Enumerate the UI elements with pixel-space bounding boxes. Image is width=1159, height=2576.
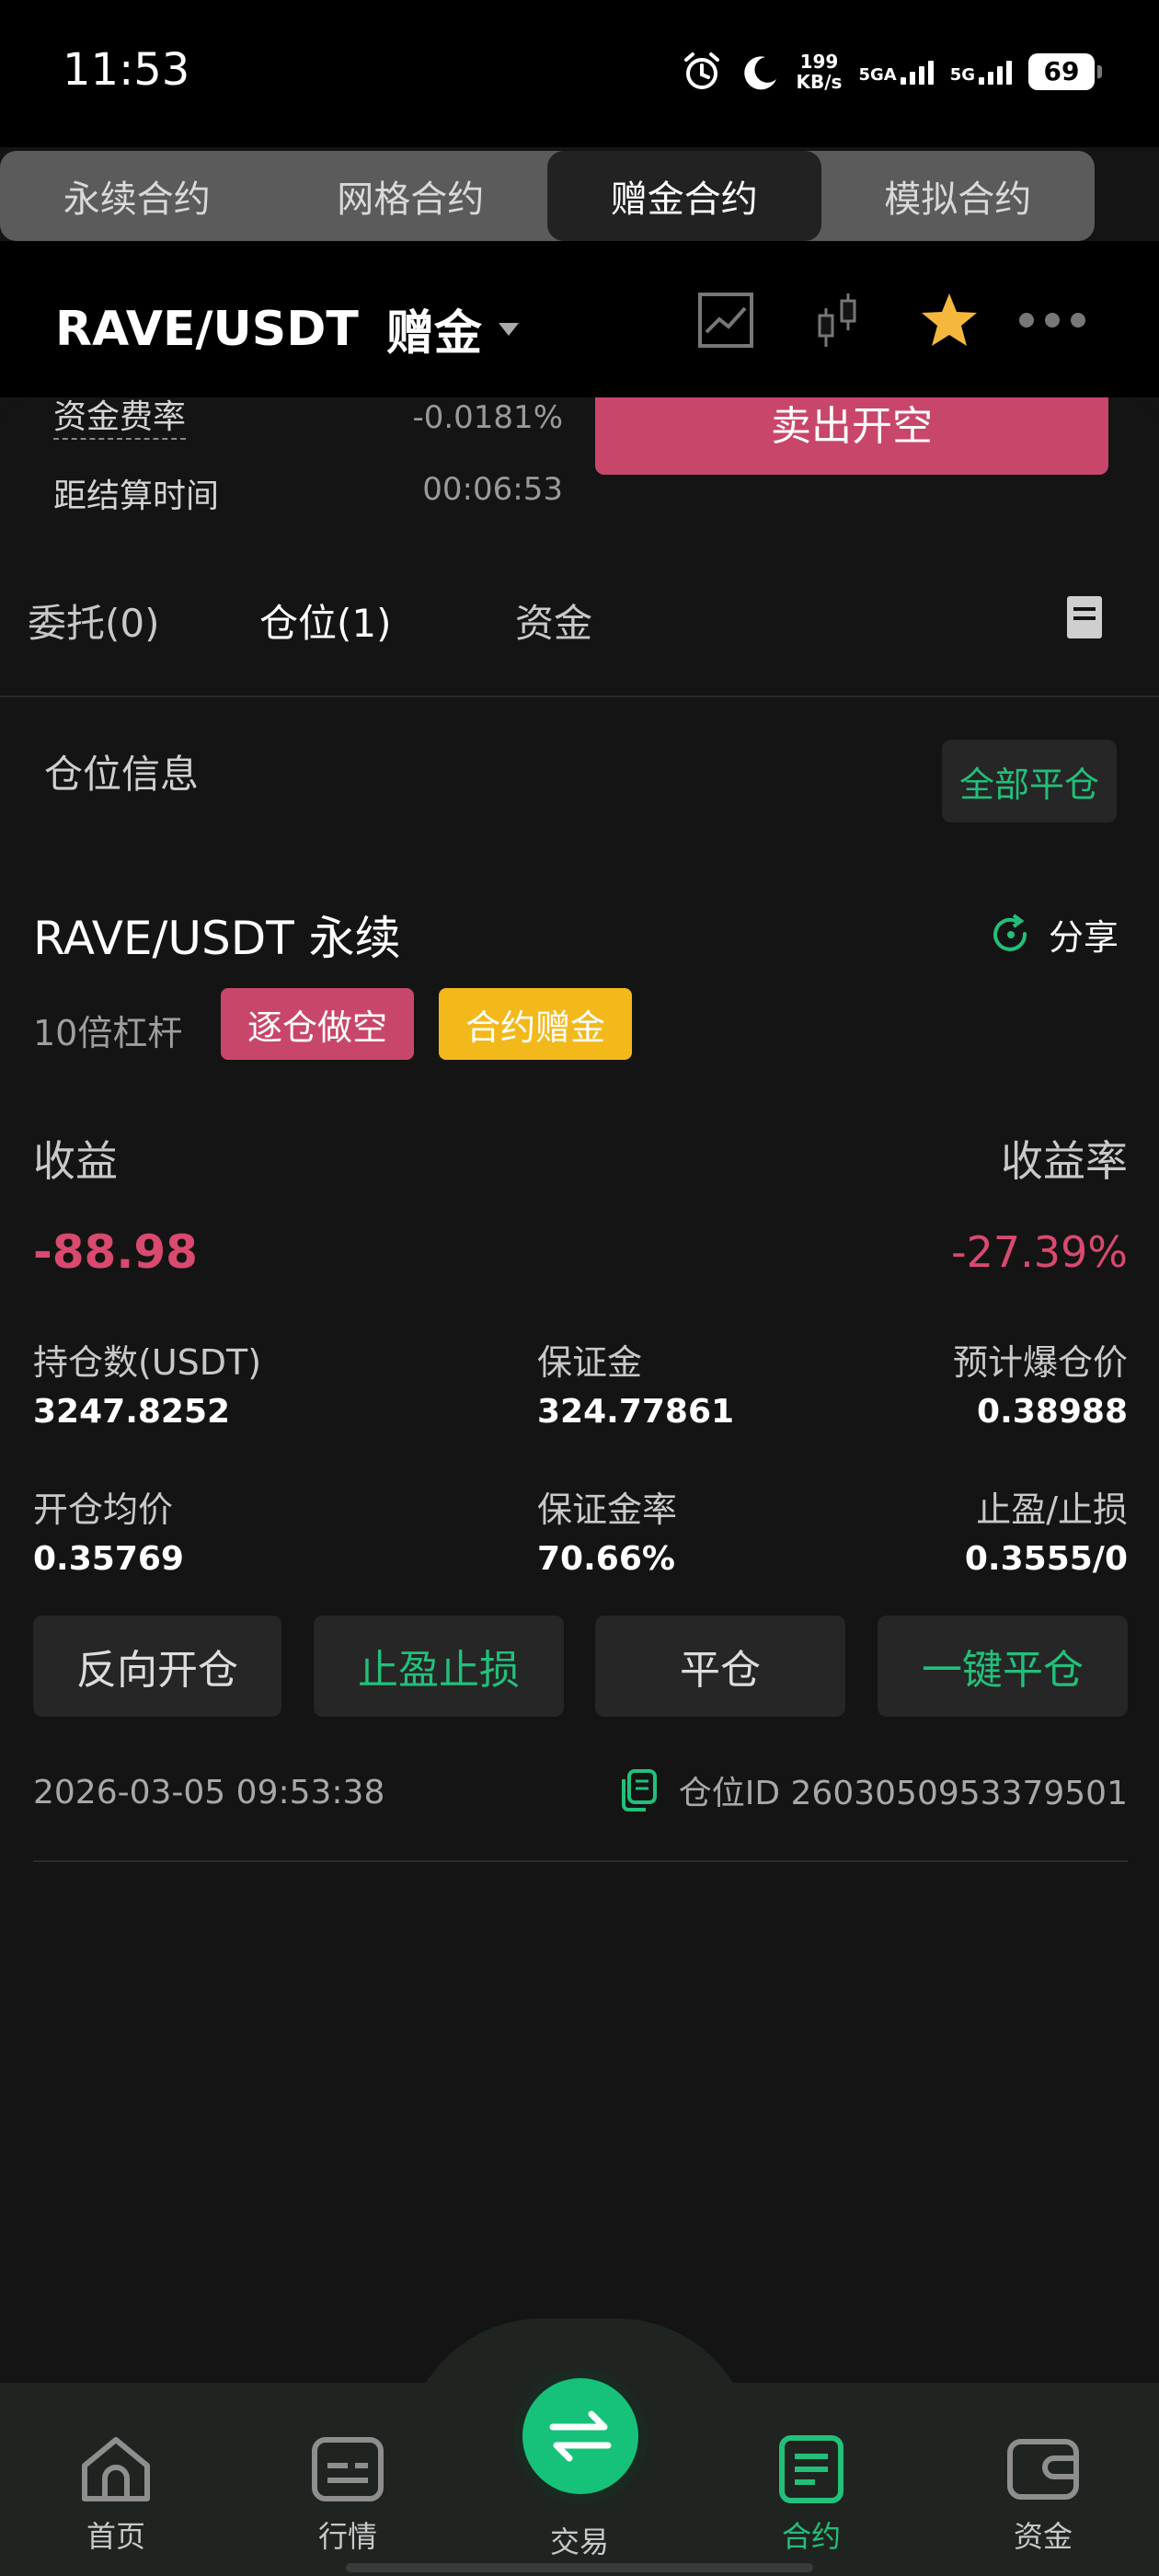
- entry-price-value: 0.35769: [33, 1540, 184, 1578]
- position-info-title: 仓位信息: [44, 752, 200, 797]
- status-time: 11:53: [63, 44, 190, 96]
- nav-trade[interactable]: 交易: [506, 2519, 653, 2561]
- share-label: 分享: [1049, 917, 1119, 958]
- tab-demo[interactable]: 模拟合约: [821, 151, 1096, 241]
- tab-assets[interactable]: 资金: [515, 592, 592, 649]
- moon-icon: [743, 56, 776, 90]
- contract-type-tabs: 永续合约 网格合约 赠金合约 模拟合约: [0, 151, 1095, 241]
- pair-header: RAVE/USDT 赠金: [0, 241, 1159, 397]
- tp-sl-button[interactable]: 止盈止损: [314, 1616, 564, 1717]
- chart-line-icon[interactable]: [697, 292, 754, 349]
- pnl-label: 收益: [33, 1136, 118, 1186]
- margin-ratio-value: 70.66%: [537, 1540, 675, 1578]
- alarm-icon: [683, 52, 719, 89]
- tpsl-value: 0.3555/0: [964, 1540, 1128, 1578]
- more-icon[interactable]: [1017, 311, 1087, 329]
- caret-down-icon: [498, 322, 519, 336]
- size-value: 3247.8252: [33, 1393, 231, 1431]
- tab-grid[interactable]: 网格合约: [274, 151, 548, 241]
- reverse-open-button[interactable]: 反向开仓: [33, 1616, 281, 1717]
- status-bar: 11:53 199 KB/s 5GA 5G 69: [0, 0, 1159, 147]
- tab-bonus[interactable]: 赠金合约: [547, 151, 821, 241]
- funding-rate-value: -0.0181%: [412, 399, 563, 436]
- contract-icon: [779, 2435, 843, 2503]
- trade-panel: 资金费率 -0.0181% 距结算时间 00:06:53 卖出开空 委托(0) …: [0, 397, 1159, 2383]
- document-icon[interactable]: [1065, 594, 1104, 640]
- close-all-button[interactable]: 全部平仓: [942, 740, 1117, 822]
- close-position-button[interactable]: 平仓: [595, 1616, 845, 1717]
- signal-1: 5GA: [858, 59, 934, 85]
- share-button[interactable]: 分享: [990, 909, 1119, 960]
- bonus-tag: 合约赠金: [439, 988, 632, 1060]
- entry-price-label: 开仓均价: [33, 1489, 174, 1530]
- network-speed: 199 KB/s: [796, 51, 843, 93]
- tab-orders[interactable]: 委托(0): [28, 592, 160, 649]
- pnl-value: -88.98: [33, 1225, 198, 1279]
- pair-mode: 赠金: [385, 306, 482, 362]
- funding-rate-label[interactable]: 资金费率: [53, 397, 187, 440]
- nav-assets[interactable]: 资金: [970, 2434, 1117, 2556]
- settle-time-value: 00:06:53: [422, 471, 563, 508]
- side-tag: 逐仓做空: [221, 988, 414, 1060]
- signal-2: 5G: [950, 59, 1012, 85]
- roi-label: 收益率: [1001, 1136, 1128, 1186]
- tab-perpetual[interactable]: 永续合约: [0, 151, 274, 241]
- quick-close-button[interactable]: 一键平仓: [878, 1616, 1128, 1717]
- liq-price-label: 预计爆仓价: [952, 1342, 1128, 1383]
- home-icon: [82, 2437, 150, 2501]
- battery-indicator: 69: [1028, 53, 1102, 90]
- settle-time-label: 距结算时间: [53, 477, 220, 515]
- wallet-icon: [1007, 2439, 1079, 2500]
- share-refresh-icon: [993, 913, 1027, 951]
- copy-icon: [621, 1769, 657, 1811]
- home-indicator[interactable]: [346, 2563, 813, 2572]
- tpsl-label: 止盈/止损: [976, 1489, 1128, 1530]
- trade-swap-button[interactable]: [522, 2378, 638, 2494]
- liq-price-value: 0.38988: [977, 1393, 1128, 1431]
- sell-short-button[interactable]: 卖出开空: [595, 397, 1108, 475]
- star-icon[interactable]: [920, 292, 979, 349]
- position-symbol: RAVE/USDT 永续: [33, 912, 401, 965]
- nav-home[interactable]: 首页: [42, 2434, 189, 2556]
- roi-value: -27.39%: [951, 1227, 1128, 1277]
- market-icon: [312, 2437, 384, 2501]
- margin-label: 保证金: [537, 1342, 643, 1383]
- position-timestamp: 2026-03-05 09:53:38: [33, 1774, 385, 1811]
- swap-icon: [549, 2410, 612, 2462]
- pair-name: RAVE/USDT: [55, 301, 359, 357]
- tab-positions[interactable]: 仓位(1): [259, 592, 392, 649]
- position-id[interactable]: 仓位ID 2603050953379501: [618, 1766, 1128, 1814]
- nav-contract[interactable]: 合约: [738, 2434, 885, 2556]
- status-icons: 199 KB/s 5GA 5G 69: [681, 44, 1102, 99]
- card-divider: [33, 1860, 1128, 1862]
- leverage-label: 10倍杠杆: [33, 1013, 183, 1053]
- candlestick-icon[interactable]: [813, 292, 861, 349]
- size-label: 持仓数(USDT): [33, 1342, 262, 1383]
- nav-market[interactable]: 行情: [274, 2434, 421, 2556]
- margin-value: 324.77861: [537, 1393, 735, 1431]
- tabs-divider: [0, 696, 1159, 697]
- margin-ratio-label: 保证金率: [537, 1489, 678, 1530]
- pair-selector[interactable]: RAVE/USDT 赠金: [55, 294, 519, 363]
